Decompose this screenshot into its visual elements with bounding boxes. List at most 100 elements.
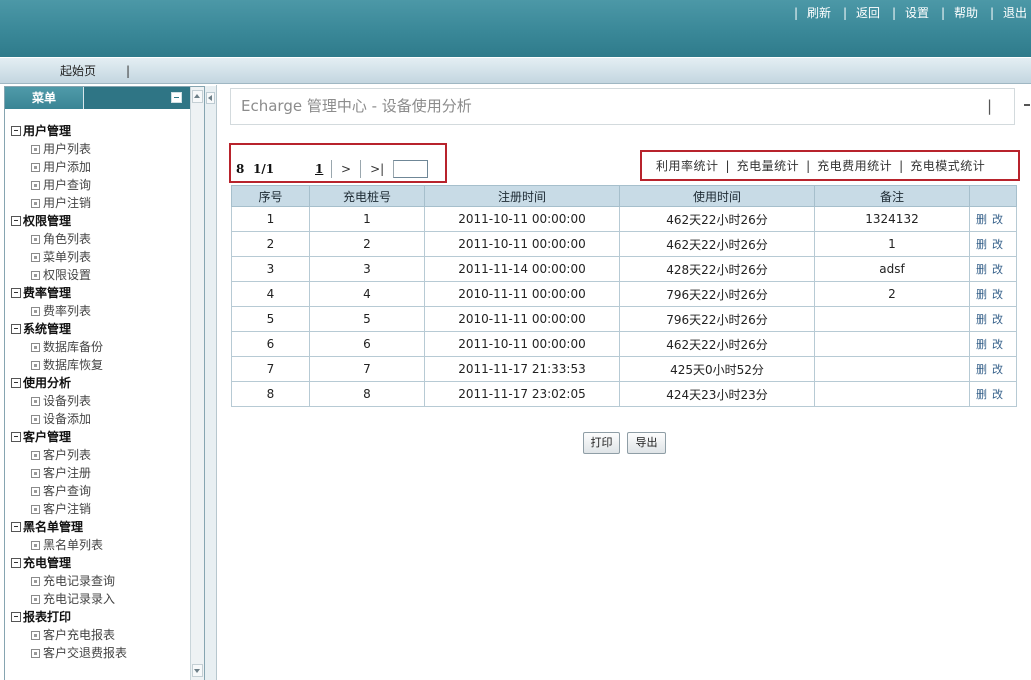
link-separator: |	[725, 158, 730, 173]
help-link[interactable]: 帮助	[954, 5, 990, 23]
edit-link[interactable]: 改	[992, 238, 1003, 251]
menu-item[interactable]: 客户交退费报表	[10, 644, 188, 662]
title-edge-mark	[1024, 104, 1030, 106]
tab-separator: |	[126, 64, 131, 78]
cell-actions: 删改	[969, 356, 1017, 382]
menu-group-header[interactable]: 黑名单管理	[10, 518, 188, 536]
menu-group-header[interactable]: 报表打印	[10, 608, 188, 626]
menu-item[interactable]: 数据库备份	[10, 338, 188, 356]
edit-link[interactable]: 改	[992, 263, 1003, 276]
utilization-stats-link[interactable]: 利用率统计	[656, 157, 719, 174]
pagination-row: 8 1/1 1 > >|	[236, 160, 429, 178]
edit-link[interactable]: 改	[992, 338, 1003, 351]
menu-item[interactable]: 设备列表	[10, 392, 188, 410]
edit-link[interactable]: 改	[992, 388, 1003, 401]
menu-group-header[interactable]: 用户管理	[10, 122, 188, 140]
delete-link[interactable]: 删	[976, 313, 987, 326]
page-icon	[31, 487, 40, 496]
delete-link[interactable]: 删	[976, 338, 987, 351]
page-icon	[31, 145, 40, 154]
menu-item[interactable]: 充电记录录入	[10, 590, 188, 608]
page-link-current[interactable]: 1	[315, 162, 323, 176]
menu-item[interactable]: 客户充电报表	[10, 626, 188, 644]
back-link[interactable]: 返回	[856, 5, 892, 23]
refresh-link[interactable]: 刷新	[807, 5, 843, 23]
delete-link[interactable]: 删	[976, 363, 987, 376]
menu-item-label: 数据库备份	[43, 340, 104, 354]
delete-link[interactable]: 删	[976, 238, 987, 251]
charge-mode-stats-link[interactable]: 充电模式统计	[910, 157, 985, 174]
menu-item-label: 数据库恢复	[43, 358, 104, 372]
collapse-sidebar-button[interactable]	[206, 92, 215, 104]
menu-item[interactable]: 充电记录查询	[10, 572, 188, 590]
tab-home[interactable]: 起始页	[60, 63, 96, 79]
cell-pile-no: 5	[309, 306, 425, 332]
scroll-up-button[interactable]	[192, 90, 203, 103]
cell-usage-time: 462天22小时26分	[619, 231, 815, 257]
page-icon	[31, 343, 40, 352]
statistics-links: 利用率统计 | 充电量统计 | 充电费用统计 | 充电模式统计	[640, 150, 1020, 181]
collapse-icon[interactable]	[171, 92, 182, 103]
delete-link[interactable]: 删	[976, 288, 987, 301]
delete-link[interactable]: 删	[976, 213, 987, 226]
cell-remark: 1	[814, 231, 970, 257]
edit-link[interactable]: 改	[992, 288, 1003, 301]
menu-group-header[interactable]: 费率管理	[10, 284, 188, 302]
delete-link[interactable]: 删	[976, 388, 987, 401]
menu-group-header[interactable]: 权限管理	[10, 212, 188, 230]
menu-item[interactable]: 客户列表	[10, 446, 188, 464]
export-button[interactable]: 导出	[627, 432, 666, 454]
charge-amount-stats-link[interactable]: 充电量统计	[737, 157, 800, 174]
edit-link[interactable]: 改	[992, 213, 1003, 226]
col-header-register-time: 注册时间	[424, 185, 620, 207]
col-header-actions	[969, 185, 1017, 207]
next-page-button[interactable]: >	[331, 160, 360, 178]
edit-link[interactable]: 改	[992, 363, 1003, 376]
menu-group-header[interactable]: 系统管理	[10, 320, 188, 338]
menu-item[interactable]: 权限设置	[10, 266, 188, 284]
cell-actions: 删改	[969, 256, 1017, 282]
menu-item[interactable]: 客户查询	[10, 482, 188, 500]
menu-group-header[interactable]: 客户管理	[10, 428, 188, 446]
menu-group-header[interactable]: 使用分析	[10, 374, 188, 392]
menu-item[interactable]: 用户查询	[10, 176, 188, 194]
menu-item[interactable]: 设备添加	[10, 410, 188, 428]
panel-splitter[interactable]	[205, 86, 216, 680]
menu-item-label: 客户注销	[43, 502, 92, 516]
header-bar: | 刷新 | 返回 | 设置 | 帮助 | 退出	[0, 0, 1031, 57]
menu-item[interactable]: 客户注销	[10, 500, 188, 518]
scroll-down-button[interactable]	[192, 664, 203, 677]
cell-remark	[814, 381, 970, 407]
sidebar-menu: 用户管理 用户列表 用户添加 用户查询 用户注销 权限管理 角色列表 菜单列表 权限设置 费率管理…	[10, 122, 188, 662]
menu-item[interactable]: 用户添加	[10, 158, 188, 176]
cell-register-time: 2011-11-14 00:00:00	[424, 256, 620, 282]
menu-item[interactable]: 菜单列表	[10, 248, 188, 266]
logout-link[interactable]: 退出	[1003, 5, 1031, 23]
sidebar-scrollbar[interactable]	[190, 87, 204, 680]
goto-page-input[interactable]	[393, 160, 429, 178]
menu-item[interactable]: 用户列表	[10, 140, 188, 158]
cell-register-time: 2011-10-11 00:00:00	[424, 331, 620, 357]
page-icon	[31, 649, 40, 658]
cell-actions: 删改	[969, 231, 1017, 257]
edit-link[interactable]: 改	[992, 313, 1003, 326]
settings-link[interactable]: 设置	[905, 5, 941, 23]
menu-item-label: 费率列表	[43, 304, 92, 318]
menu-item[interactable]: 数据库恢复	[10, 356, 188, 374]
page-icon	[31, 541, 40, 550]
cell-usage-time: 796天22小时26分	[619, 306, 815, 332]
last-page-button[interactable]: >|	[360, 160, 393, 178]
print-button[interactable]: 打印	[583, 432, 620, 454]
menu-group-header[interactable]: 充电管理	[10, 554, 188, 572]
charge-fee-stats-link[interactable]: 充电费用统计	[817, 157, 892, 174]
table-body: 1 1 2011-10-11 00:00:00 462天22小时26分 1324132 删…	[231, 206, 1017, 407]
page-icon	[31, 361, 40, 370]
collapse-box-icon	[11, 612, 21, 622]
menu-item[interactable]: 角色列表	[10, 230, 188, 248]
menu-item[interactable]: 费率列表	[10, 302, 188, 320]
cell-actions: 删改	[969, 381, 1017, 407]
delete-link[interactable]: 删	[976, 263, 987, 276]
menu-item[interactable]: 用户注销	[10, 194, 188, 212]
menu-item[interactable]: 黑名单列表	[10, 536, 188, 554]
menu-item[interactable]: 客户注册	[10, 464, 188, 482]
